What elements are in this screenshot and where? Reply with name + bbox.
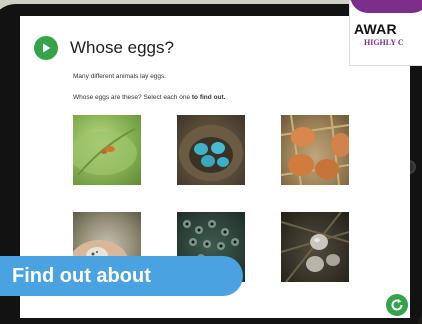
egg-tile-blue-nest[interactable] [177,115,245,185]
leaf-eggs-image [73,128,137,176]
find-out-about-label: Find out about [12,264,151,287]
brown-eggs-straw-image [281,115,349,185]
page-title: Whose eggs? [70,38,174,57]
refresh-icon [391,299,403,311]
lesson-intro: Many different animals lay eggs. [73,73,167,80]
award-title: AWAR [354,21,397,37]
find-out-about-button[interactable]: Find out about [0,256,243,296]
award-subtitle: HIGHLY C [364,38,404,47]
egg-tile-leaf[interactable] [73,115,141,185]
grey-eggs-nest-image [281,212,349,282]
egg-tile-brown-straw[interactable] [281,115,349,185]
play-button[interactable] [34,36,58,60]
prompt-lead: Whose eggs are these? Select each one [73,94,192,101]
refresh-button[interactable] [386,294,408,316]
award-ribbon [350,0,422,13]
prompt-emphasis: to find out. [191,94,226,101]
award-badge: AWAR HIGHLY C [349,0,422,66]
blue-eggs-nest-image [179,125,243,181]
lesson-prompt: Whose eggs are these? Select each one to… [73,94,225,101]
lesson-header: Whose eggs? [34,36,174,60]
egg-tile-grey-nest[interactable] [281,212,349,282]
play-icon [43,43,51,53]
